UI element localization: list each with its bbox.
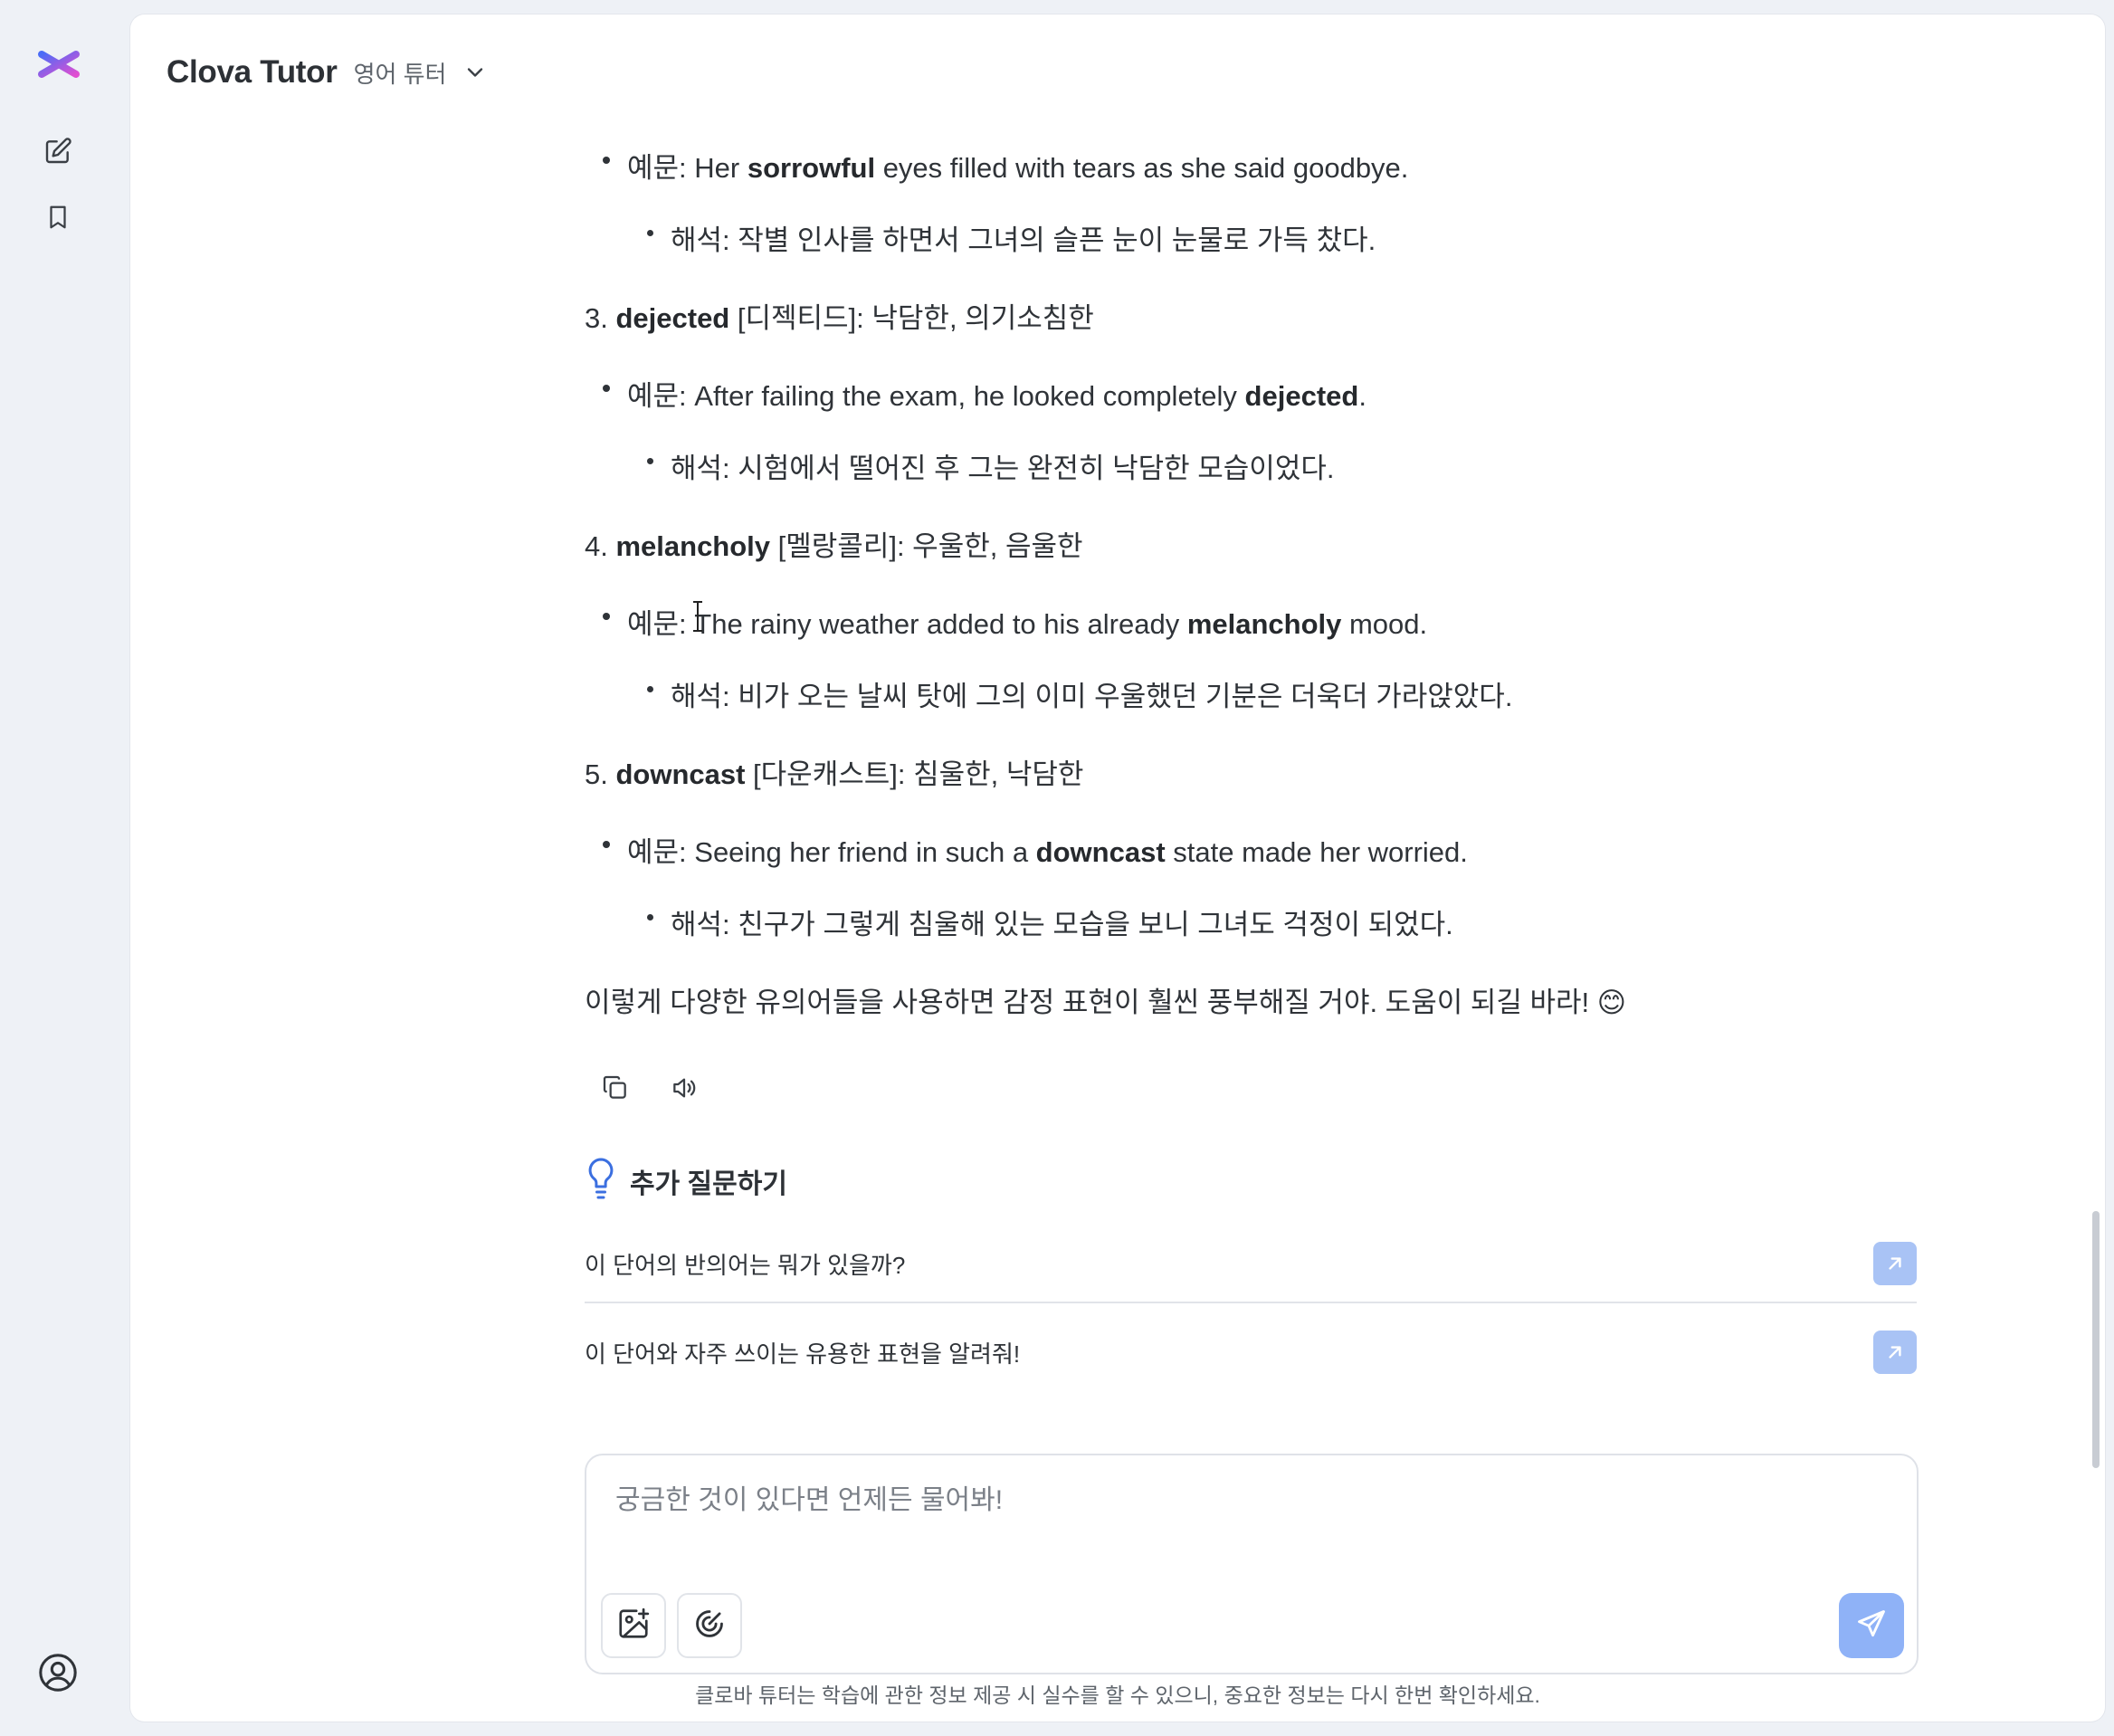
translation-text: 해석: 친구가 그렇게 침울해 있는 모습을 보니 그녀도 걱정이 되었다.	[671, 909, 1453, 940]
bookmark-button[interactable]	[36, 197, 80, 241]
message-input[interactable]	[614, 1475, 1884, 1551]
followup-question[interactable]: 이 단어와 자주 쓰이는 유용한 표현을 알려줘!	[585, 1314, 1917, 1390]
translation-text: 해석: 시험에서 떨어진 후 그는 완전히 낙담한 모습이었다.	[671, 453, 1335, 484]
example-sentence: 예문: After failing the exam, he looked co…	[627, 380, 1366, 412]
lightbulb-icon	[585, 1157, 617, 1205]
read-aloud-button[interactable]	[661, 1066, 708, 1113]
left-sidebar	[0, 0, 130, 1736]
tutor-selector[interactable]: 영어 튜터	[354, 56, 447, 90]
vocab-heading: 5. downcast [다운캐스트]: 침울한, 낙담한	[585, 758, 1084, 790]
scrollbar-thumb[interactable]	[2092, 1211, 2100, 1468]
bullet-dot	[647, 230, 653, 236]
text-cursor-icon	[691, 600, 704, 633]
chat-panel: Clova Tutor 영어 튜터 예문: Her sorrowful eyes…	[130, 14, 2105, 1722]
user-circle-icon	[37, 1652, 79, 1698]
followup-question-text: 이 단어의 반의어는 뭐가 있을까?	[585, 1251, 906, 1279]
quick-action-button[interactable]	[677, 1593, 742, 1658]
bullet-dot	[647, 686, 653, 692]
followup-title: 추가 질문하기	[630, 1168, 787, 1199]
arrow-up-right-icon[interactable]	[1873, 1331, 1917, 1374]
copy-icon	[601, 1073, 630, 1107]
app-title: Clova Tutor	[167, 54, 338, 90]
account-button[interactable]	[36, 1653, 80, 1696]
logo-icon[interactable]	[36, 42, 81, 87]
bullet-dot	[603, 613, 610, 620]
bullet-dot	[603, 385, 610, 392]
bullet-dot	[603, 157, 610, 164]
chat-header: Clova Tutor 영어 튜터	[167, 40, 488, 105]
send-button[interactable]	[1839, 1593, 1904, 1658]
copy-button[interactable]	[592, 1066, 639, 1113]
followup-question-text: 이 단어와 자주 쓰이는 유용한 표현을 알려줘!	[585, 1340, 1021, 1368]
new-chat-button[interactable]	[36, 131, 80, 175]
bullet-dot	[647, 914, 653, 920]
example-sentence: 예문: Her sorrowful eyes filled with tears…	[627, 152, 1409, 184]
followup-question[interactable]: 이 단어의 반의어는 뭐가 있을까?	[585, 1226, 1917, 1303]
disclaimer-text: 클로바 튜터는 학습에 관한 정보 제공 시 실수를 할 수 있으니, 중요한 …	[695, 1684, 1540, 1707]
message-actions	[592, 1066, 708, 1113]
translation-text: 해석: 비가 오는 날씨 탓에 그의 이미 우울했던 기분은 더욱더 가라앉았다…	[671, 681, 1513, 712]
bookmark-icon	[44, 203, 71, 236]
chevron-down-icon[interactable]	[462, 60, 488, 85]
example-sentence: 예문: The rainy weather added to his alrea…	[627, 608, 1428, 640]
bullet-dot	[603, 841, 610, 848]
message-composer	[585, 1454, 1919, 1674]
arrow-up-right-icon[interactable]	[1873, 1242, 1917, 1285]
vocab-heading: 4. melancholy [멜랑콜리]: 우울한, 음울한	[585, 530, 1083, 562]
closing-text: 이렇게 다양한 유의어들을 사용하면 감정 표현이 훨씬 풍부해질 거야. 도움…	[585, 987, 1627, 1018]
bullet-dot	[647, 458, 653, 464]
target-icon	[692, 1607, 727, 1645]
speaker-icon	[670, 1073, 699, 1107]
image-upload-button[interactable]	[601, 1593, 666, 1658]
example-sentence: 예문: Seeing her friend in such a downcast…	[627, 836, 1468, 868]
followup-header: 추가 질문하기	[585, 1157, 787, 1205]
image-add-icon	[616, 1607, 651, 1645]
send-icon	[1855, 1607, 1888, 1645]
edit-icon	[43, 137, 72, 170]
translation-text: 해석: 작별 인사를 하면서 그녀의 슬픈 눈이 눈물로 가득 찼다.	[671, 224, 1376, 256]
vocab-heading: 3. dejected [디젝티드]: 낙담한, 의기소침한	[585, 302, 1094, 334]
